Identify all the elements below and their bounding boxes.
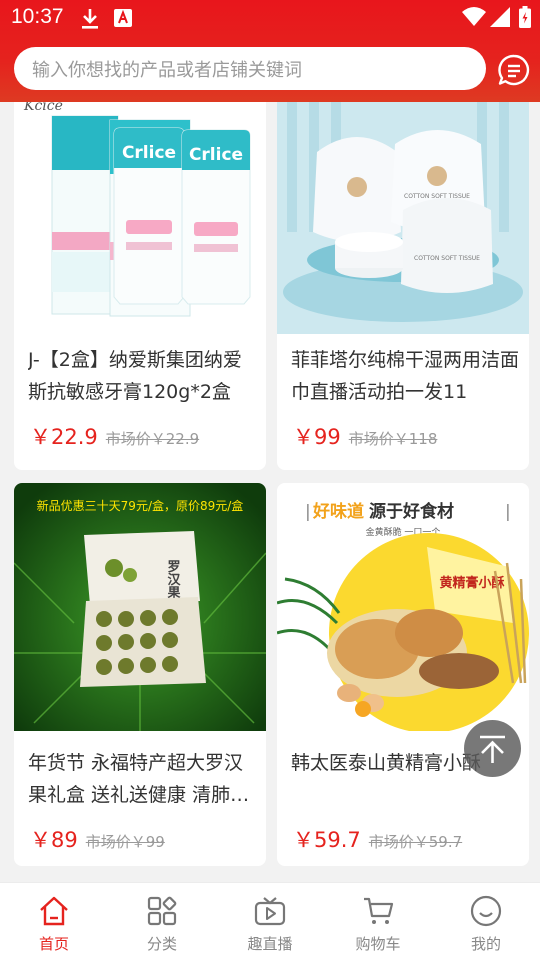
product-card[interactable]: | 好味道 源于好食材 | 金黄酥脆 一口一个 黄精膏小酥 韩太医泰山黄精膏小酥 bbox=[277, 483, 529, 866]
promo-banner-text: 新品优惠三十天79元/盒，原价89元/盒 bbox=[37, 498, 244, 513]
category-icon bbox=[147, 896, 177, 926]
tissue-stack bbox=[335, 232, 403, 278]
svg-text:|: | bbox=[505, 502, 511, 522]
tab-label: 首页 bbox=[38, 935, 69, 953]
tab-label: 购物车 bbox=[355, 935, 401, 953]
product-image-face-towel: COTTON SOFT TISSUE COTTON SOFT TISSUE bbox=[277, 102, 529, 334]
chat-icon[interactable] bbox=[497, 53, 531, 87]
product-price: ￥99 bbox=[293, 425, 341, 449]
tab-live[interactable]: 趣直播 bbox=[216, 883, 324, 960]
product-image-toothpaste: Kcice Crlice Crlice bbox=[14, 102, 266, 334]
price-row: ￥59.7 市场价￥59.7 bbox=[293, 824, 462, 854]
tube-brand: Crlice bbox=[189, 145, 243, 165]
a-box-icon bbox=[114, 9, 132, 27]
arrow-up-icon bbox=[480, 735, 505, 763]
market-price: 市场价￥118 bbox=[348, 430, 438, 448]
market-price: 市场价￥59.7 bbox=[368, 833, 463, 851]
profile-icon bbox=[470, 895, 502, 927]
status-bar: 10:37 bbox=[0, 0, 540, 36]
status-time: 10:37 bbox=[11, 5, 64, 28]
brand-logo-text: Kcice bbox=[23, 102, 63, 114]
price-row: ￥22.9 市场价￥22.9 bbox=[30, 421, 199, 451]
tab-cart[interactable]: 购物车 bbox=[324, 883, 432, 960]
product-card[interactable]: COTTON SOFT TISSUE COTTON SOFT TISSUE 菲菲… bbox=[277, 102, 529, 470]
tube-brand: Crlice bbox=[122, 143, 176, 163]
product-title: 菲菲塔尔纯棉干湿两用洁面巾直播活动拍一发11 bbox=[291, 349, 519, 403]
box-title: 罗汉果 bbox=[165, 560, 182, 600]
tab-label: 趣直播 bbox=[247, 935, 293, 953]
download-icon bbox=[82, 9, 98, 29]
pack-label: 黄精膏小酥 bbox=[439, 575, 504, 591]
gift-box: 罗汉果 bbox=[80, 531, 206, 687]
product-card[interactable]: 新品优惠三十天79元/盒，原价89元/盒 罗汉果 年货节 永福特产超大罗汉果礼盒… bbox=[14, 483, 266, 866]
svg-text:|: | bbox=[305, 502, 311, 522]
price-row: ￥99 市场价￥118 bbox=[293, 421, 437, 451]
tissue-roll: COTTON SOFT TISSUE bbox=[401, 198, 493, 293]
toothpaste-tube: Crlice bbox=[181, 129, 251, 305]
product-price: ￥89 bbox=[30, 828, 78, 852]
product-grid: Kcice Crlice Crlice J-【2盒】纳爱斯集团纳爱斯抗敏感牙膏1… bbox=[0, 102, 540, 882]
tab-label: 分类 bbox=[146, 935, 177, 953]
signal-icon bbox=[490, 7, 510, 27]
slogan-text: 源于好食材 bbox=[369, 501, 454, 522]
market-price: 市场价￥99 bbox=[85, 833, 165, 851]
search-input[interactable]: 输入你想找的产品或者店铺关键词 bbox=[14, 47, 486, 90]
cart-icon bbox=[364, 897, 394, 924]
roll-label: COTTON SOFT TISSUE bbox=[414, 255, 480, 262]
tab-category[interactable]: 分类 bbox=[108, 883, 216, 960]
live-tv-icon bbox=[254, 897, 286, 926]
bottom-nav: 首页 分类 趣直播 购物车 我的 bbox=[0, 882, 540, 960]
product-title: 年货节 永福特产超大罗汉果礼盒 送礼送健康 清肺… bbox=[28, 752, 250, 806]
product-image-biscuit: | 好味道 源于好食材 | 金黄酥脆 一口一个 黄精膏小酥 bbox=[277, 483, 529, 731]
tab-label: 我的 bbox=[470, 935, 501, 953]
tab-home[interactable]: 首页 bbox=[0, 883, 108, 960]
slogan-highlight: 好味道 bbox=[312, 501, 364, 522]
wifi-icon bbox=[462, 7, 486, 26]
back-to-top-button[interactable] bbox=[464, 720, 521, 777]
product-image-luohanguo: 新品优惠三十天79元/盒，原价89元/盒 罗汉果 bbox=[14, 483, 266, 731]
toothpaste-box bbox=[51, 115, 119, 315]
product-card[interactable]: Kcice Crlice Crlice J-【2盒】纳爱斯集团纳爱斯抗敏感牙膏1… bbox=[14, 102, 266, 470]
toothpaste-tube: Crlice bbox=[113, 127, 185, 305]
search-placeholder: 输入你想找的产品或者店铺关键词 bbox=[32, 59, 302, 81]
product-title: J-【2盒】纳爱斯集团纳爱斯抗敏感牙膏120g*2盒 bbox=[28, 349, 242, 403]
app-header: 10:37 输入你想找的产品或者店铺关键词 bbox=[0, 0, 540, 102]
product-price: ￥22.9 bbox=[30, 425, 98, 449]
tissue-roll bbox=[313, 137, 401, 242]
battery-icon bbox=[519, 6, 531, 28]
market-price: 市场价￥22.9 bbox=[105, 430, 200, 448]
tab-profile[interactable]: 我的 bbox=[432, 883, 540, 960]
home-icon bbox=[40, 896, 68, 926]
price-row: ￥89 市场价￥99 bbox=[30, 824, 165, 854]
product-price: ￥59.7 bbox=[293, 828, 361, 852]
